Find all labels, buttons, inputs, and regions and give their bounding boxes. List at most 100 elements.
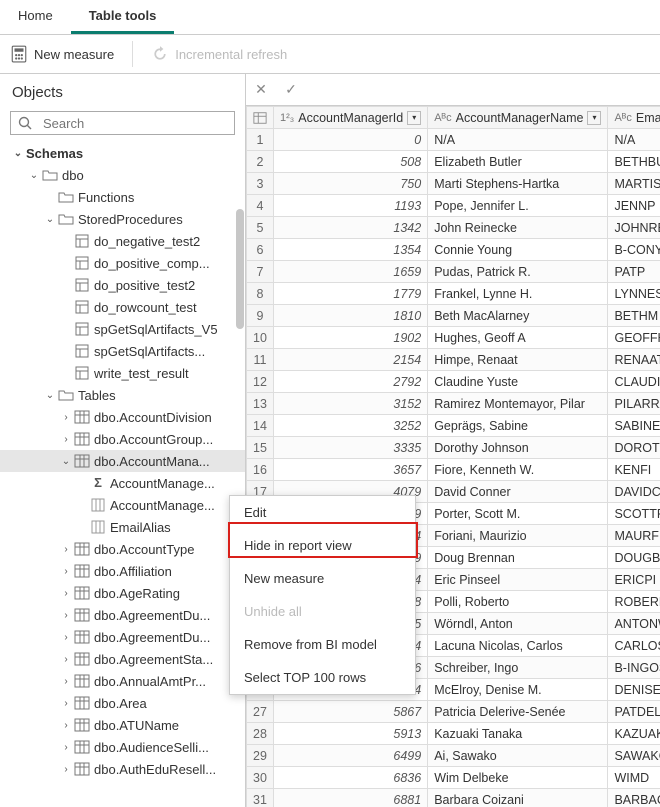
cell-name[interactable]: Patricia Delerive-Senée — [428, 701, 608, 723]
caret-right-icon[interactable]: › — [60, 566, 72, 577]
cell-id[interactable]: 750 — [274, 173, 428, 195]
cell-id[interactable]: 6836 — [274, 767, 428, 789]
tree-table[interactable]: ›dbo.ATUName — [0, 714, 245, 736]
cell-email[interactable]: PILARRA — [608, 393, 660, 415]
table-row[interactable]: 122792Claudine YusteCLAUDINY — [247, 371, 660, 393]
ctx-hide[interactable]: Hide in report view — [230, 529, 415, 562]
cell-id[interactable]: 1342 — [274, 217, 428, 239]
caret-down-icon[interactable]: ⌄ — [60, 456, 72, 467]
caret-right-icon[interactable]: › — [60, 676, 72, 687]
cell-id[interactable]: 3335 — [274, 437, 428, 459]
cell-id[interactable]: 3152 — [274, 393, 428, 415]
caret-down-icon[interactable]: ⌄ — [28, 170, 40, 181]
cell-email[interactable]: PATDEL — [608, 701, 660, 723]
tree-table[interactable]: ›dbo.AgeRating — [0, 582, 245, 604]
cell-name[interactable]: Polli, Roberto — [428, 591, 608, 613]
table-row[interactable]: 61354Connie YoungB-CONYOUNG — [247, 239, 660, 261]
cell-name[interactable]: McElroy, Denise M. — [428, 679, 608, 701]
tree-proc[interactable]: ›spGetSqlArtifacts... — [0, 340, 245, 362]
cell-email[interactable]: DENISEO — [608, 679, 660, 701]
cell-email[interactable]: DOUGBR — [608, 547, 660, 569]
ctx-unhide[interactable]: Unhide all — [230, 595, 415, 628]
tree-table[interactable]: ›dbo.Area — [0, 692, 245, 714]
cell-name[interactable]: Porter, Scott M. — [428, 503, 608, 525]
tree-table[interactable]: ›dbo.AccountGroup... — [0, 428, 245, 450]
cell-name[interactable]: Ai, Sawako — [428, 745, 608, 767]
cell-email[interactable]: B-INGOS — [608, 657, 660, 679]
cell-name[interactable]: Dorothy Johnson — [428, 437, 608, 459]
cell-name[interactable]: N/A — [428, 129, 608, 151]
cell-id[interactable]: 1779 — [274, 283, 428, 305]
table-row[interactable]: 91810Beth MacAlarneyBETHM — [247, 305, 660, 327]
caret-right-icon[interactable]: › — [60, 412, 72, 423]
tree-proc[interactable]: ›spGetSqlArtifacts_V5 — [0, 318, 245, 340]
table-row[interactable]: 71659Pudas, Patrick R.PATP — [247, 261, 660, 283]
caret-right-icon[interactable]: › — [60, 610, 72, 621]
cell-name[interactable]: Himpe, Renaat — [428, 349, 608, 371]
table-row[interactable]: 285913Kazuaki TanakaKAZUAKIT — [247, 723, 660, 745]
cell-id[interactable]: 1354 — [274, 239, 428, 261]
tree-root-schemas[interactable]: ⌄ Schemas — [0, 143, 245, 164]
cell-email[interactable]: JOHNRE — [608, 217, 660, 239]
commit-button[interactable]: ✓ — [276, 81, 306, 98]
cell-name[interactable]: Hughes, Geoff A — [428, 327, 608, 349]
table-row[interactable]: 306836Wim DelbekeWIMD — [247, 767, 660, 789]
tree-folder-functions[interactable]: › Functions — [0, 186, 245, 208]
cell-email[interactable]: GEOFFHU — [608, 327, 660, 349]
cell-name[interactable]: Wörndl, Anton — [428, 613, 608, 635]
table-row[interactable]: 133152Ramirez Montemayor, PilarPILARRA — [247, 393, 660, 415]
tree-table[interactable]: ›dbo.AudienceSelli... — [0, 736, 245, 758]
cell-id[interactable]: 5913 — [274, 723, 428, 745]
caret-down-icon[interactable]: ⌄ — [44, 214, 56, 225]
cancel-button[interactable]: ✕ — [246, 81, 276, 98]
tree-table[interactable]: ›dbo.Affiliation — [0, 560, 245, 582]
table-row[interactable]: 41193Pope, Jennifer L.JENNP — [247, 195, 660, 217]
tree-table[interactable]: ›dbo.AgreementSta... — [0, 648, 245, 670]
column-header-name[interactable]: Aᴮc AccountManagerName ▾ — [428, 107, 608, 129]
cell-name[interactable]: Pope, Jennifer L. — [428, 195, 608, 217]
table-row[interactable]: 2508Elizabeth ButlerBETHBU — [247, 151, 660, 173]
cell-email[interactable]: RENAATH — [608, 349, 660, 371]
cell-name[interactable]: Schreiber, Ingo — [428, 657, 608, 679]
table-row[interactable]: 316881Barbara CoizaniBARBACO — [247, 789, 660, 807]
tab-table-tools[interactable]: Table tools — [71, 0, 175, 34]
cell-email[interactable]: ANTONW — [608, 613, 660, 635]
tree-proc[interactable]: ›do_rowcount_test — [0, 296, 245, 318]
tree-table[interactable]: ›dbo.AnnualAmtPr... — [0, 670, 245, 692]
cell-id[interactable]: 0 — [274, 129, 428, 151]
cell-name[interactable]: Fiore, Kenneth W. — [428, 459, 608, 481]
cell-name[interactable]: Doug Brennan — [428, 547, 608, 569]
column-header-id[interactable]: 1²₃ AccountManagerId ▾ — [274, 107, 428, 129]
caret-right-icon[interactable]: › — [60, 764, 72, 775]
cell-email[interactable]: SCOTTPOR — [608, 503, 660, 525]
caret-right-icon[interactable]: › — [60, 588, 72, 599]
object-tree[interactable]: ⌄ Schemas ⌄ dbo › Functions ⌄ StoredProc… — [0, 141, 245, 807]
cell-name[interactable]: Elizabeth Butler — [428, 151, 608, 173]
tree-table[interactable]: ›dbo.AccountDivision — [0, 406, 245, 428]
tree-table[interactable]: ›dbo.AuthEduResell... — [0, 758, 245, 780]
cell-email[interactable]: CARLOSL — [608, 635, 660, 657]
data-grid[interactable]: 1²₃ AccountManagerId ▾ Aᴮc AccountManage… — [246, 106, 660, 807]
tree-table[interactable]: ›dbo.AgreementDu... — [0, 626, 245, 648]
table-row[interactable]: 275867Patricia Delerive-SenéePATDEL — [247, 701, 660, 723]
table-row[interactable]: 112154Himpe, RenaatRENAATH — [247, 349, 660, 371]
cell-id[interactable]: 3657 — [274, 459, 428, 481]
table-row[interactable]: 143252Gepräɡs, SabineSABINEG — [247, 415, 660, 437]
formula-input[interactable] — [306, 74, 660, 105]
table-row[interactable]: 81779Frankel, Lynne H.LYNNEST — [247, 283, 660, 305]
tree-column[interactable]: ›EmailAlias — [0, 516, 245, 538]
cell-name[interactable]: Ramirez Montemayor, Pilar — [428, 393, 608, 415]
tab-home[interactable]: Home — [0, 0, 71, 34]
ctx-select-top[interactable]: Select TOP 100 rows — [230, 661, 415, 694]
tree-proc[interactable]: ›write_test_result — [0, 362, 245, 384]
ctx-edit[interactable]: Edit — [230, 496, 415, 529]
cell-email[interactable]: MARTISH — [608, 173, 660, 195]
tree-table[interactable]: ›dbo.AccountType — [0, 538, 245, 560]
ctx-new-measure[interactable]: New measure — [230, 562, 415, 595]
cell-email[interactable]: MAURF — [608, 525, 660, 547]
cell-email[interactable]: ERICPI — [608, 569, 660, 591]
cell-id[interactable]: 1810 — [274, 305, 428, 327]
caret-right-icon[interactable]: › — [60, 698, 72, 709]
caret-right-icon[interactable]: › — [60, 434, 72, 445]
table-row[interactable]: 153335Dorothy JohnsonDOROTHYJ — [247, 437, 660, 459]
